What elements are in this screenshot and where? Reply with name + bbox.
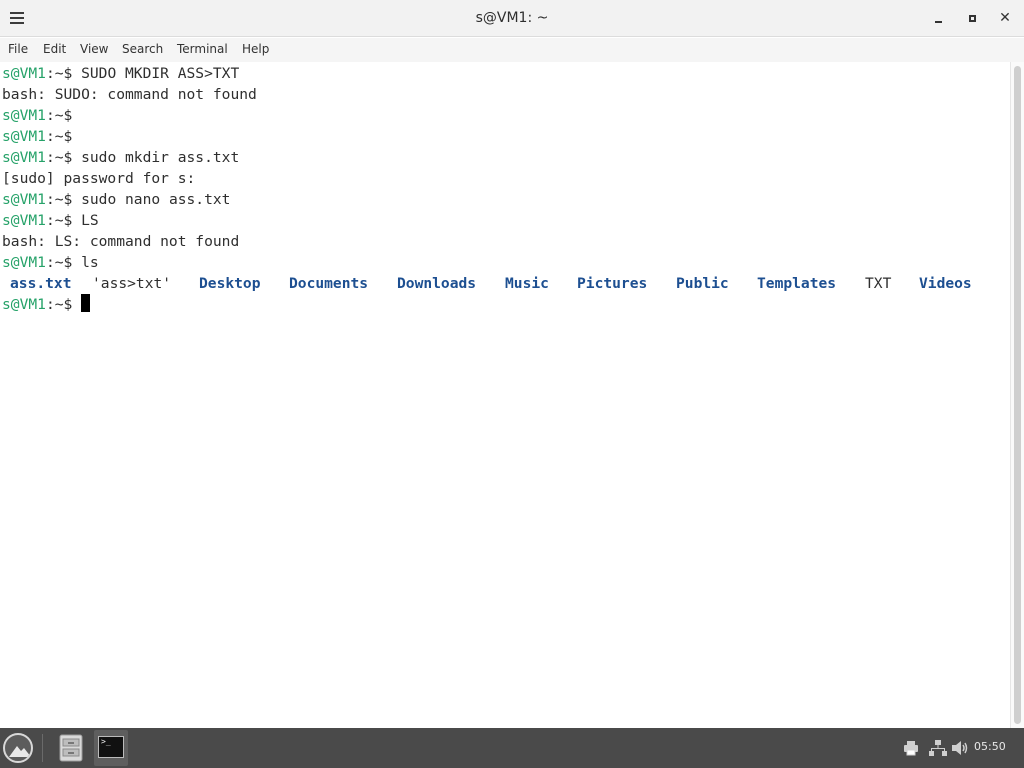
- terminal-line: s@VM1:~$ LS: [2, 210, 99, 231]
- prompt-user: s@VM1: [2, 254, 46, 271]
- prompt-user: s@VM1: [2, 65, 46, 82]
- prompt-user: s@VM1: [2, 296, 46, 313]
- output-text: [sudo] password for s:: [2, 170, 196, 187]
- ls-directory-entry: Desktop: [199, 275, 261, 292]
- command-text: ls: [72, 254, 99, 271]
- prompt-path: :~$: [45, 65, 73, 82]
- minimize-button[interactable]: [928, 8, 948, 28]
- file-manager-icon[interactable]: [58, 733, 84, 763]
- close-button[interactable]: ✕: [995, 8, 1015, 28]
- terminal-taskbar-button[interactable]: >_: [94, 730, 128, 766]
- prompt-path: :~$: [45, 212, 73, 229]
- terminal-line: s@VM1:~$ ls: [2, 252, 99, 273]
- menu-bar: File Edit View Search Terminal Help: [0, 38, 1024, 62]
- terminal-line: s@VM1:~$: [2, 105, 72, 126]
- command-text: sudo nano ass.txt: [72, 191, 231, 208]
- terminal-line: s@VM1:~$ sudo nano ass.txt: [2, 189, 230, 210]
- window-title: s@VM1: ~: [475, 10, 549, 26]
- prompt-path: :~$: [45, 107, 73, 124]
- terminal-line-current[interactable]: s@VM1:~$: [2, 294, 91, 315]
- ls-directory-entry: Music: [505, 275, 549, 292]
- terminal-scrollbar[interactable]: [1010, 62, 1024, 728]
- terminal-line: s@VM1:~$: [2, 126, 72, 147]
- network-icon[interactable]: [929, 739, 947, 757]
- prompt-user: s@VM1: [2, 149, 46, 166]
- prompt-path: :~$: [45, 296, 73, 313]
- maximize-button[interactable]: [962, 8, 982, 28]
- terminal-line: s@VM1:~$ sudo mkdir ass.txt: [2, 147, 239, 168]
- ls-directory-entry: ass.txt: [10, 275, 72, 292]
- ls-output-row: ass.txt 'ass>txt' Desktop Documents Download…: [0, 273, 1000, 294]
- terminal-output[interactable]: s@VM1:~$ SUDO MKDIR ASS>TXT bash: SUDO: c…: [0, 62, 1010, 728]
- scrollbar-thumb[interactable]: [1014, 66, 1021, 724]
- ls-directory-entry: Downloads: [397, 275, 477, 292]
- menu-terminal[interactable]: Terminal: [177, 42, 228, 56]
- prompt-path: :~$: [45, 254, 73, 271]
- terminal-line: s@VM1:~$ SUDO MKDIR ASS>TXT: [2, 63, 239, 84]
- ls-directory-entry: Documents: [289, 275, 369, 292]
- command-text: LS: [72, 212, 99, 229]
- clock[interactable]: 05:50: [974, 740, 1006, 753]
- menu-help[interactable]: Help: [242, 42, 269, 56]
- output-text: bash: LS: command not found: [2, 233, 240, 250]
- menu-search[interactable]: Search: [122, 42, 163, 56]
- ls-directory-entry: Pictures: [577, 275, 648, 292]
- prompt-path: :~$: [45, 128, 73, 145]
- volume-icon[interactable]: [951, 739, 969, 757]
- menu-file[interactable]: File: [8, 42, 28, 56]
- prompt-user: s@VM1: [2, 128, 46, 145]
- ls-directory-entry: Public: [676, 275, 729, 292]
- prompt-user: s@VM1: [2, 191, 46, 208]
- command-text: sudo mkdir ass.txt: [72, 149, 240, 166]
- prompt-path: :~$: [45, 191, 73, 208]
- ls-directory-entry: Videos: [919, 275, 972, 292]
- ls-file-entry: 'ass>txt': [92, 275, 172, 292]
- terminal-icon: >_: [98, 736, 124, 758]
- zorin-logo-icon[interactable]: [3, 733, 33, 763]
- output-text: bash: SUDO: command not found: [2, 86, 257, 103]
- prompt-path: :~$: [45, 149, 73, 166]
- terminal-line: [sudo] password for s:: [2, 168, 195, 189]
- prompt-user: s@VM1: [2, 107, 46, 124]
- text-cursor: [81, 294, 91, 312]
- menu-edit[interactable]: Edit: [43, 42, 66, 56]
- window-titlebar[interactable]: s@VM1: ~ ✕: [0, 0, 1024, 37]
- command-text: SUDO MKDIR ASS>TXT: [72, 65, 240, 82]
- terminal-line: bash: SUDO: command not found: [2, 84, 257, 105]
- taskbar-separator: [42, 734, 43, 762]
- ls-file-entry: TXT: [865, 275, 892, 292]
- printer-icon[interactable]: [903, 739, 919, 757]
- prompt-user: s@VM1: [2, 212, 46, 229]
- taskbar: >_ 05:50: [0, 728, 1024, 768]
- menu-view[interactable]: View: [80, 42, 108, 56]
- terminal-line: bash: LS: command not found: [2, 231, 239, 252]
- ls-directory-entry: Templates: [757, 275, 837, 292]
